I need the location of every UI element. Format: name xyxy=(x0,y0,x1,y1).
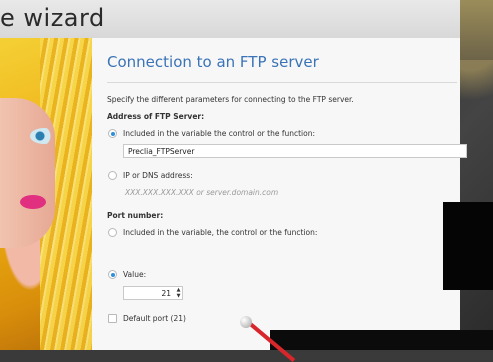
black-overlay-bar xyxy=(270,330,493,350)
illustration-face xyxy=(0,98,55,248)
port-value-radio[interactable] xyxy=(108,270,117,279)
address-ip-label: IP or DNS address: xyxy=(123,171,193,180)
wizard-side-illustration xyxy=(0,38,92,350)
background-window-edge xyxy=(460,0,493,60)
port-variable-label: Included in the variable, the control or… xyxy=(123,228,318,237)
cursor-dot-icon xyxy=(240,316,252,328)
address-variable-label: Included in the variable the control or … xyxy=(123,129,315,138)
ftp-server-variable-input[interactable]: Preclia_FTPServer xyxy=(123,144,467,158)
port-variable-radio[interactable] xyxy=(108,228,117,237)
illustration-lips xyxy=(20,195,46,209)
black-overlay-box xyxy=(443,202,493,290)
stepper-down-icon[interactable]: ▼ xyxy=(175,293,182,299)
wizard-content: Connection to an FTP server Specify the … xyxy=(92,38,467,350)
address-ip-radio[interactable] xyxy=(108,171,117,180)
port-value-stepper[interactable]: 21 xyxy=(123,286,183,300)
ip-address-input[interactable]: XXX.XXX.XXX.XXX or server.domain.com xyxy=(125,188,278,197)
wizard-window: e wizard Connection to an FTP server Spe… xyxy=(0,0,467,350)
default-port-checkbox[interactable] xyxy=(108,314,117,323)
address-variable-radio[interactable] xyxy=(108,129,117,138)
port-value-label: Value: xyxy=(123,270,147,279)
address-section-label: Address of FTP Server: xyxy=(107,112,205,121)
page-heading: Connection to an FTP server xyxy=(107,53,319,71)
illustration-eye xyxy=(30,128,58,144)
page-description: Specify the different parameters for con… xyxy=(107,95,354,104)
window-title: e wizard xyxy=(0,4,105,32)
title-bar: e wizard xyxy=(0,0,460,39)
port-section-label: Port number: xyxy=(107,211,164,220)
heading-divider xyxy=(107,82,457,83)
default-port-label: Default port (21) xyxy=(123,314,186,323)
